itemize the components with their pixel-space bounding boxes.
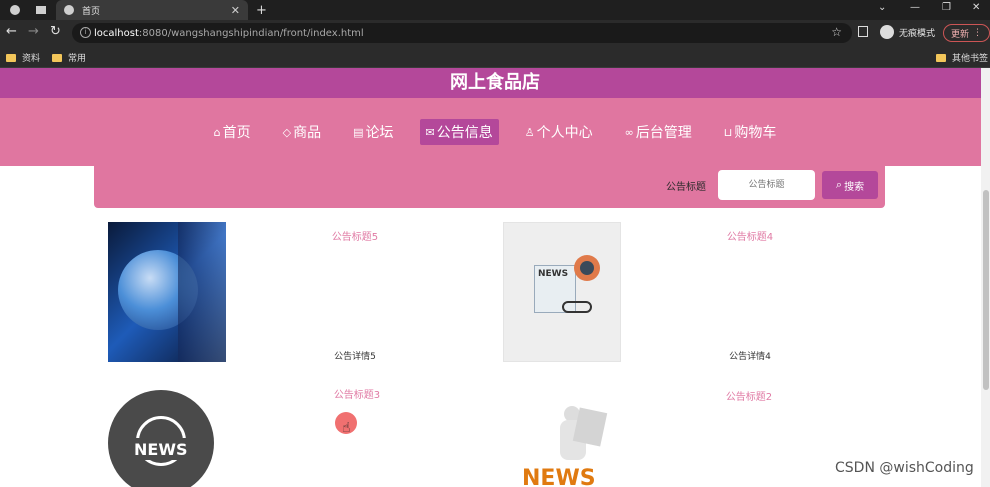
- main-nav: ⌂ 首页 ◇ 商品 ▤ 论坛 ✉ 公告信息 ♙ 个人中心 ∞ 后台管理 ⊔ 购物…: [0, 98, 990, 166]
- update-button[interactable]: 更新 ⋮: [943, 24, 990, 42]
- page-content: 网上食品店 ⌂ 首页 ◇ 商品 ▤ 论坛 ✉ 公告信息 ♙ 个人中心 ∞ 后台管…: [0, 68, 990, 487]
- nav-label: 个人中心: [536, 125, 593, 141]
- nav-goods[interactable]: ◇ 商品: [277, 119, 327, 145]
- news-title[interactable]: 公告标题2: [709, 388, 789, 403]
- nav-cart[interactable]: ⊔ 购物车: [718, 119, 783, 145]
- globe-news-image[interactable]: [108, 222, 226, 362]
- nav-home[interactable]: ⌂ 首页: [208, 119, 257, 145]
- news-title[interactable]: 公告标题5: [315, 228, 395, 243]
- close-tab-icon[interactable]: ✕: [231, 4, 240, 17]
- incognito-label: 无痕模式: [899, 28, 936, 39]
- nav-label: 首页: [222, 125, 251, 141]
- bookmark-item[interactable]: 资料: [6, 51, 40, 64]
- folder-icon: [936, 53, 946, 62]
- search-button-label: 搜索: [844, 181, 865, 193]
- new-tab-button[interactable]: +: [256, 0, 270, 20]
- nav-forum[interactable]: ▤ 论坛: [347, 119, 399, 145]
- url-path: :8080/wangshangshipindian/front/index.ht…: [138, 27, 364, 39]
- user-icon: ♙: [524, 125, 535, 139]
- cart-icon: ⊔: [723, 125, 733, 139]
- bookmarks-bar: 资料 常用 其他书签: [0, 46, 990, 68]
- more-icon: ⋮: [973, 28, 982, 38]
- incognito-icon: [880, 25, 894, 39]
- search-button[interactable]: ⌕ 搜索: [822, 171, 878, 199]
- close-window-button[interactable]: ✕: [972, 2, 980, 13]
- search-bar: 公告标题 ⌕ 搜索: [94, 166, 885, 208]
- nav-label: 商品: [293, 125, 322, 141]
- forward-icon[interactable]: →: [28, 24, 39, 39]
- nav-label: 论坛: [365, 125, 394, 141]
- home-icon: ⌂: [213, 125, 221, 139]
- nav-label: 购物车: [734, 125, 777, 141]
- reload-icon[interactable]: ↻: [50, 24, 61, 39]
- browser-tab-active[interactable]: 首页 ✕: [56, 0, 248, 20]
- browser-logo-icon[interactable]: [6, 0, 26, 20]
- nav-admin[interactable]: ∞ 后台管理: [619, 119, 698, 145]
- hand-cursor-icon: ☝: [342, 420, 351, 436]
- search-input[interactable]: [718, 170, 815, 200]
- minimize-button[interactable]: —: [910, 2, 920, 13]
- search-label: 公告标题: [666, 182, 706, 193]
- other-bookmarks[interactable]: 其他书签: [936, 51, 988, 64]
- nav-label: 后台管理: [635, 125, 692, 141]
- watermark: CSDN @wishCoding: [835, 460, 974, 476]
- sidebar-icon[interactable]: [858, 26, 868, 37]
- star-icon[interactable]: ☆: [831, 25, 842, 39]
- browser-tab-bar: 首页 ✕ + ⌄ — ❐ ✕: [0, 0, 990, 20]
- site-info-icon[interactable]: i: [80, 27, 91, 38]
- news-title[interactable]: 公告标题4: [710, 228, 790, 243]
- globe-icon: [64, 5, 74, 15]
- news-detail[interactable]: 公告详情5: [315, 349, 395, 362]
- news-figure-image[interactable]: NEWS: [520, 406, 610, 487]
- link-icon: ∞: [624, 125, 634, 139]
- bookmark-item[interactable]: 常用: [52, 51, 86, 64]
- incognito-indicator[interactable]: 无痕模式: [880, 25, 935, 39]
- tab-list-icon[interactable]: [34, 0, 50, 20]
- news-globe-icon-image[interactable]: NEWS: [108, 390, 214, 487]
- bookmark-label: 资料: [22, 54, 41, 64]
- nav-label: 公告信息: [436, 125, 493, 141]
- tab-title: 首页: [82, 6, 101, 17]
- tab-search-icon[interactable]: ⌄: [878, 2, 886, 13]
- news-title[interactable]: 公告标题3: [317, 386, 397, 401]
- back-icon[interactable]: ←: [6, 24, 17, 39]
- news-detail[interactable]: 公告详情4: [710, 349, 790, 362]
- other-bookmarks-label: 其他书签: [952, 54, 989, 64]
- forum-icon: ▤: [353, 125, 364, 139]
- search-icon: ⌕: [835, 178, 843, 191]
- nav-announcements[interactable]: ✉ 公告信息: [419, 119, 499, 145]
- nav-personal-center[interactable]: ♙ 个人中心: [519, 119, 599, 145]
- restore-button[interactable]: ❐: [942, 2, 951, 13]
- mail-icon: ✉: [425, 125, 435, 139]
- newspaper-image[interactable]: NEWS: [503, 222, 621, 362]
- tag-icon: ◇: [282, 125, 292, 139]
- address-bar-row: ← → ↻ i localhost:8080/wangshangshipindi…: [0, 20, 990, 46]
- bookmark-label: 常用: [68, 54, 87, 64]
- url-field[interactable]: i localhost:8080/wangshangshipindian/fro…: [72, 23, 852, 43]
- folder-icon: [6, 53, 16, 62]
- scrollbar-thumb[interactable]: [983, 190, 989, 390]
- folder-icon: [52, 53, 62, 62]
- site-title: 网上食品店: [0, 68, 990, 98]
- update-label: 更新: [951, 29, 970, 40]
- url-host: localhost: [94, 27, 139, 39]
